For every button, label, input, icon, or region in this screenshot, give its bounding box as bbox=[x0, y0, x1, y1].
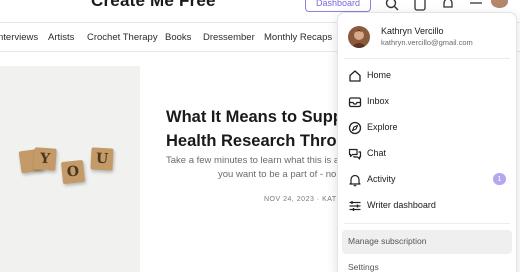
user-menu-dropdown: Kathryn Vercillo kathryn.vercillo@gmail.… bbox=[337, 12, 517, 272]
nav-item-crochet-therapy[interactable]: Crochet Therapy bbox=[87, 32, 158, 43]
chat-icon bbox=[348, 147, 362, 161]
bell-icon bbox=[348, 173, 362, 187]
nav-item-books[interactable]: Books bbox=[165, 32, 191, 43]
post-meta: NOV 24, 2023 · KATHR bbox=[264, 196, 348, 203]
menu-divider bbox=[344, 58, 510, 59]
nav-item-artists[interactable]: Artists bbox=[48, 32, 74, 43]
profile-email: kathryn.vercillo@gmail.com bbox=[381, 38, 473, 47]
menu-item-writer-dashboard[interactable]: Writer dashboard bbox=[342, 194, 512, 218]
header-avatar[interactable] bbox=[491, 0, 508, 8]
menu-item-label: Settings bbox=[348, 262, 379, 272]
menu-item-label: Manage subscription bbox=[348, 236, 427, 246]
home-icon bbox=[348, 69, 362, 83]
menu-item-label: Explore bbox=[367, 122, 398, 132]
menu-item-activity[interactable]: Activity 1 bbox=[342, 168, 512, 192]
post-title-line-2[interactable]: Health Research Throu bbox=[166, 129, 347, 153]
menu-item-manage-subscription[interactable]: Manage subscription bbox=[342, 230, 512, 254]
menu-item-label: Home bbox=[367, 70, 392, 80]
post-title[interactable]: What It Means to Supp Health Research Th… bbox=[166, 105, 347, 153]
site-title[interactable]: Create Me Free bbox=[91, 0, 216, 11]
bell-icon[interactable] bbox=[440, 0, 456, 12]
profile-name[interactable]: Kathryn Vercillo bbox=[381, 26, 444, 36]
menu-item-home[interactable]: Home bbox=[342, 64, 512, 88]
nav-item-monthly-recaps[interactable]: Monthly Recaps bbox=[264, 32, 332, 43]
post-subtitle-line-1: Take a few minutes to learn what this is… bbox=[166, 155, 344, 166]
inbox-icon[interactable] bbox=[412, 0, 428, 12]
menu-item-label: Inbox bbox=[367, 96, 390, 106]
sliders-icon bbox=[348, 199, 362, 213]
activity-badge: 1 bbox=[493, 173, 506, 185]
dashboard-button[interactable]: Dashboard bbox=[305, 0, 371, 12]
compass-icon bbox=[348, 121, 362, 135]
post-title-line-1[interactable]: What It Means to Supp bbox=[166, 105, 346, 129]
nav-item-dressember[interactable]: Dressember bbox=[203, 32, 255, 43]
menu-item-inbox[interactable]: Inbox bbox=[342, 90, 512, 114]
nav-item-interviews[interactable]: nterviews bbox=[0, 32, 38, 43]
menu-divider bbox=[344, 223, 510, 224]
inbox-icon bbox=[348, 95, 362, 109]
post-subtitle-line-2: you want to be a part of - no bbox=[218, 169, 337, 180]
post-image[interactable]: Y O U bbox=[0, 66, 140, 272]
letter-block-o: O bbox=[60, 159, 86, 185]
search-icon[interactable] bbox=[384, 0, 400, 12]
menu-item-label: Writer dashboard bbox=[367, 200, 436, 210]
menu-icon[interactable] bbox=[468, 0, 484, 12]
menu-item-settings[interactable]: Settings bbox=[342, 256, 512, 272]
letter-block-u: U bbox=[90, 147, 114, 171]
menu-item-chat[interactable]: Chat bbox=[342, 142, 512, 166]
menu-item-explore[interactable]: Explore bbox=[342, 116, 512, 140]
menu-item-label: Activity bbox=[367, 174, 396, 184]
letter-block-y: Y bbox=[33, 147, 57, 171]
profile-avatar[interactable] bbox=[348, 26, 370, 48]
post-subtitle: Take a few minutes to learn what this is… bbox=[166, 154, 346, 182]
menu-item-label: Chat bbox=[367, 148, 387, 158]
